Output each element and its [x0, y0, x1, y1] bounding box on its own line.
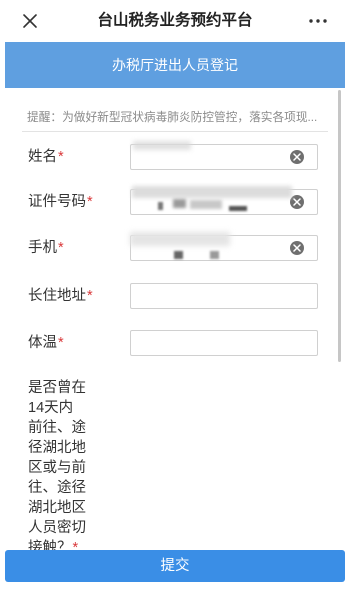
required-mark: *	[87, 288, 93, 304]
clear-icon	[293, 244, 301, 252]
temperature-input[interactable]	[130, 330, 318, 356]
more-button[interactable]	[304, 10, 332, 32]
question-label: 是否曾在14天内前往、途径湖北地区或与前往、途径湖北地区人员密切接触？	[28, 380, 86, 556]
page-title: 台山税务业务预约平台	[97, 12, 253, 29]
clear-icon	[293, 198, 301, 206]
field-label: 手机*	[28, 235, 64, 261]
field-label-text: 长住地址	[28, 288, 86, 304]
required-mark: *	[58, 149, 64, 165]
required-mark: *	[58, 240, 64, 256]
field-label-text: 手机	[28, 240, 57, 256]
field-label-text: 姓名	[28, 149, 57, 165]
form-row-phone: 手机*	[0, 235, 350, 261]
form-row-address: 长住地址*	[0, 283, 350, 309]
field-label: 证件号码*	[28, 189, 93, 215]
address-input[interactable]	[130, 283, 318, 309]
field-label: 长住地址*	[28, 283, 93, 309]
form-row-id-number: 证件号码*	[0, 189, 350, 215]
divider	[22, 131, 328, 132]
required-mark: *	[58, 335, 64, 351]
clear-icon	[293, 153, 301, 161]
scrollbar-thumb[interactable]	[338, 90, 341, 362]
bottom-safe-area	[0, 582, 350, 591]
form-row-name: 姓名*	[0, 144, 350, 170]
clear-button[interactable]	[290, 241, 304, 255]
hubei-contact-question: 是否曾在14天内前往、途径湖北地区或与前往、途径湖北地区人员密切接触？*	[28, 378, 87, 558]
form-row-temperature: 体温*	[0, 330, 350, 356]
notice-text[interactable]: 提醒：为做好新型冠状病毒肺炎防控管控，落实各项现...	[27, 110, 327, 126]
top-nav-bar: 台山税务业务预约平台	[0, 0, 350, 42]
more-icon	[309, 19, 327, 23]
required-mark: *	[87, 194, 93, 210]
close-button[interactable]	[18, 10, 42, 32]
field-label: 姓名*	[28, 144, 64, 170]
field-label-text: 体温	[28, 335, 57, 351]
clear-button[interactable]	[290, 150, 304, 164]
section-header: 办税厅进出人员登记	[5, 42, 345, 88]
field-label: 体温*	[28, 330, 64, 356]
header-title: 办税厅进出人员登记	[112, 57, 238, 73]
clear-button[interactable]	[290, 195, 304, 209]
submit-button[interactable]: 提交	[5, 550, 345, 582]
close-icon	[23, 14, 37, 28]
field-label-text: 证件号码	[28, 194, 86, 210]
